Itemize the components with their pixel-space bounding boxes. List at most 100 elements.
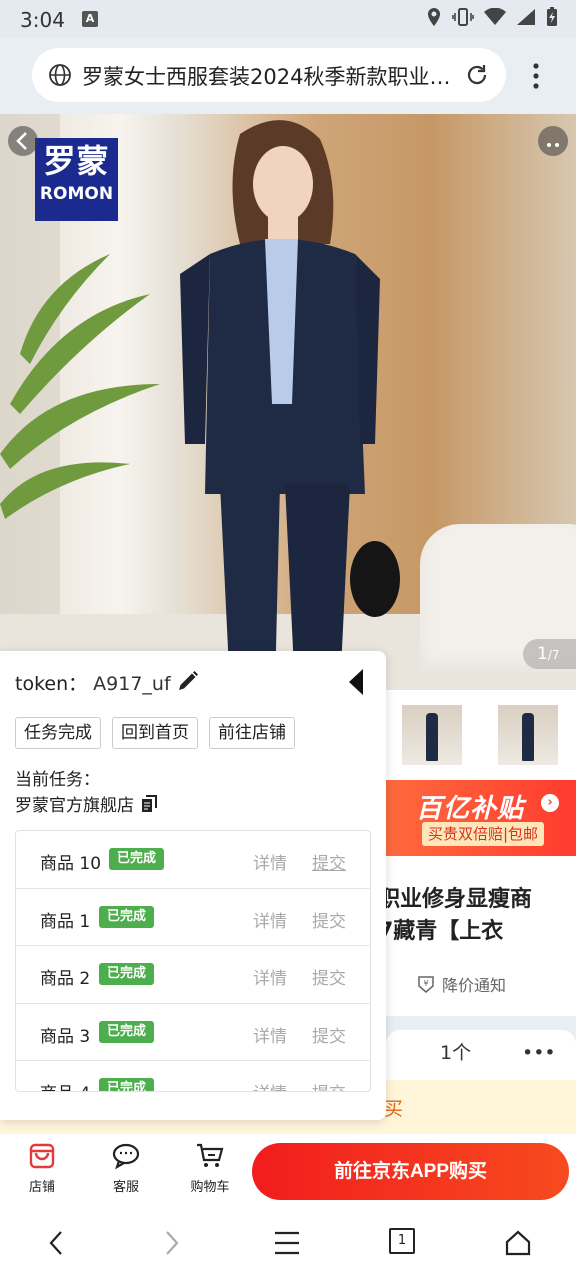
menu-icon[interactable] xyxy=(273,1228,301,1258)
back-icon[interactable] xyxy=(44,1228,68,1258)
spec-card[interactable]: 1个 ••• xyxy=(386,1030,576,1080)
brand-logo: 罗蒙 ROMON xyxy=(35,138,118,221)
vibrate-icon xyxy=(452,8,474,26)
edit-pencil-icon[interactable] xyxy=(176,669,200,693)
status-bar: 3:04 A xyxy=(0,0,576,38)
product-name: 商品 1 xyxy=(40,911,91,932)
price-tag-icon: ¥ xyxy=(418,976,434,993)
signal-icon xyxy=(517,9,535,25)
price-notify[interactable]: ¥ 降价通知 xyxy=(416,972,506,996)
product-title-line2: 7藏青【上衣 xyxy=(378,919,504,944)
url-text[interactable]: 罗蒙女士西服套装2024秋季新款职业修身显瘦商务西装外套 xyxy=(82,61,462,91)
more-dots-icon: ••• xyxy=(522,1042,556,1064)
product-image[interactable]: 罗蒙 ROMON 1/7 xyxy=(0,114,576,690)
tabs-count-icon[interactable]: 1 xyxy=(389,1228,415,1254)
status-badge: 已完成 xyxy=(99,963,155,985)
go-home-button[interactable]: 回到首页 xyxy=(112,717,198,749)
service-tab[interactable]: 客服 xyxy=(96,1142,156,1195)
product-name: 商品 3 xyxy=(40,1026,91,1047)
shop-label: 店铺 xyxy=(28,1180,55,1195)
task-complete-button[interactable]: 任务完成 xyxy=(15,717,101,749)
price-notify-label: 降价通知 xyxy=(442,976,507,995)
spec-count: 1个 xyxy=(440,1042,472,1064)
more-dots-icon xyxy=(547,143,559,147)
wifi-icon xyxy=(484,8,506,25)
detail-link[interactable]: 详情 xyxy=(253,907,287,932)
image-pager: 1/7 xyxy=(523,639,576,669)
panel-button-row: 任务完成 回到首页 前往店铺 xyxy=(15,717,295,749)
token-display: token： A917_uf xyxy=(15,669,171,696)
task-list: 商品 10 已完成 详情 提交 商品 1 已完成 详情 提交 商品 2 已完成 … xyxy=(15,830,371,1092)
table-row: 商品 10 已完成 详情 提交 xyxy=(16,831,370,889)
detail-link[interactable]: 详情 xyxy=(253,1022,287,1047)
copy-icon[interactable] xyxy=(140,794,158,813)
thumbnail-strip xyxy=(386,690,576,780)
model-figure xyxy=(180,120,400,690)
home-icon[interactable] xyxy=(504,1228,532,1258)
thumbnail-2[interactable] xyxy=(498,705,558,765)
pager-total: /7 xyxy=(547,648,560,662)
notification-a-icon: A xyxy=(82,11,98,27)
submit-link[interactable]: 提交 xyxy=(312,1022,346,1047)
url-bar[interactable]: 罗蒙女士西服套装2024秋季新款职业修身显瘦商务西装外套 xyxy=(32,48,506,102)
location-icon xyxy=(428,8,440,26)
battery-icon xyxy=(547,7,557,26)
thumbnail-1[interactable] xyxy=(402,705,462,765)
shop-icon xyxy=(29,1143,55,1169)
product-name: 商品 10 xyxy=(40,854,102,874)
pager-current: 1 xyxy=(537,644,548,664)
submit-link[interactable]: 提交 xyxy=(312,907,346,932)
table-row: 商品 1 已完成 详情 提交 xyxy=(16,889,370,946)
service-label: 客服 xyxy=(112,1180,139,1195)
collapse-triangle-icon[interactable] xyxy=(347,667,365,697)
more-vert-icon[interactable] xyxy=(526,60,546,92)
globe-icon xyxy=(49,64,71,86)
action-bar: 店铺 客服 购物车 前往京东APP购买 xyxy=(0,1134,576,1210)
promo-strip-text: 买 xyxy=(384,1098,404,1120)
table-row: 商品 2 已完成 详情 提交 xyxy=(16,946,370,1004)
product-title: 职业修身显瘦商 7藏青【上衣 xyxy=(378,884,576,948)
submit-link[interactable]: 提交 xyxy=(312,1079,346,1091)
buy-in-app-button[interactable]: 前往京东APP购买 xyxy=(252,1143,569,1200)
status-icons xyxy=(426,7,558,27)
chat-icon xyxy=(112,1143,140,1170)
cart-icon xyxy=(197,1143,224,1167)
detail-link[interactable]: 详情 xyxy=(253,964,287,989)
status-badge: 已完成 xyxy=(99,1020,155,1043)
table-row: 商品 3 已完成 详情 提交 xyxy=(16,1004,370,1061)
shop-tab[interactable]: 店铺 xyxy=(12,1142,72,1195)
submit-link[interactable]: 提交 xyxy=(312,964,346,989)
browser-nav-bar: 1 xyxy=(0,1210,576,1280)
product-name: 商品 4 xyxy=(40,1079,90,1091)
token-label: token： xyxy=(15,673,88,695)
status-badge: 已完成 xyxy=(109,848,165,870)
status-time: 3:04 xyxy=(20,8,65,32)
subsidy-banner[interactable]: 百亿补贴 › 买贵双倍赔|包邮 xyxy=(386,780,576,856)
current-task-label: 当前任务： xyxy=(15,770,100,790)
status-badge: 已完成 xyxy=(99,1078,155,1091)
back-button[interactable] xyxy=(8,126,38,156)
chevron-left-icon xyxy=(16,132,27,150)
task-panel: token： A917_uf 任务完成 回到首页 前往店铺 当前任务： 罗蒙官方旗… xyxy=(0,651,386,1120)
go-shop-button[interactable]: 前往店铺 xyxy=(209,717,295,749)
table-row: 商品 4 已完成 详情 提交 xyxy=(16,1061,370,1091)
current-task-shop: 罗蒙官方旗舰店 xyxy=(15,791,158,816)
reload-icon[interactable] xyxy=(464,62,490,88)
detail-link[interactable]: 详情 xyxy=(253,1079,287,1091)
status-badge: 已完成 xyxy=(99,905,155,928)
cart-label: 购物车 xyxy=(190,1180,230,1195)
token-value: A917_uf xyxy=(93,673,171,695)
product-title-line1: 职业修身显瘦商 xyxy=(378,887,533,912)
subsidy-title: 百亿补贴 xyxy=(416,794,525,824)
product-title-card: 职业修身显瘦商 7藏青【上衣 ¥ 降价通知 xyxy=(378,856,576,1016)
submit-link[interactable]: 提交 xyxy=(312,849,346,874)
more-button[interactable] xyxy=(538,126,568,156)
brand-logo-cn: 罗蒙 xyxy=(43,142,110,180)
chevron-right-icon: › xyxy=(541,794,559,812)
cart-tab[interactable]: 购物车 xyxy=(180,1142,240,1195)
detail-link[interactable]: 详情 xyxy=(253,849,287,874)
plant-decor xyxy=(0,254,160,519)
current-shop-name: 罗蒙官方旗舰店 xyxy=(15,796,134,816)
subsidy-tag: 买贵双倍赔|包邮 xyxy=(422,822,545,846)
forward-icon[interactable] xyxy=(160,1228,184,1258)
